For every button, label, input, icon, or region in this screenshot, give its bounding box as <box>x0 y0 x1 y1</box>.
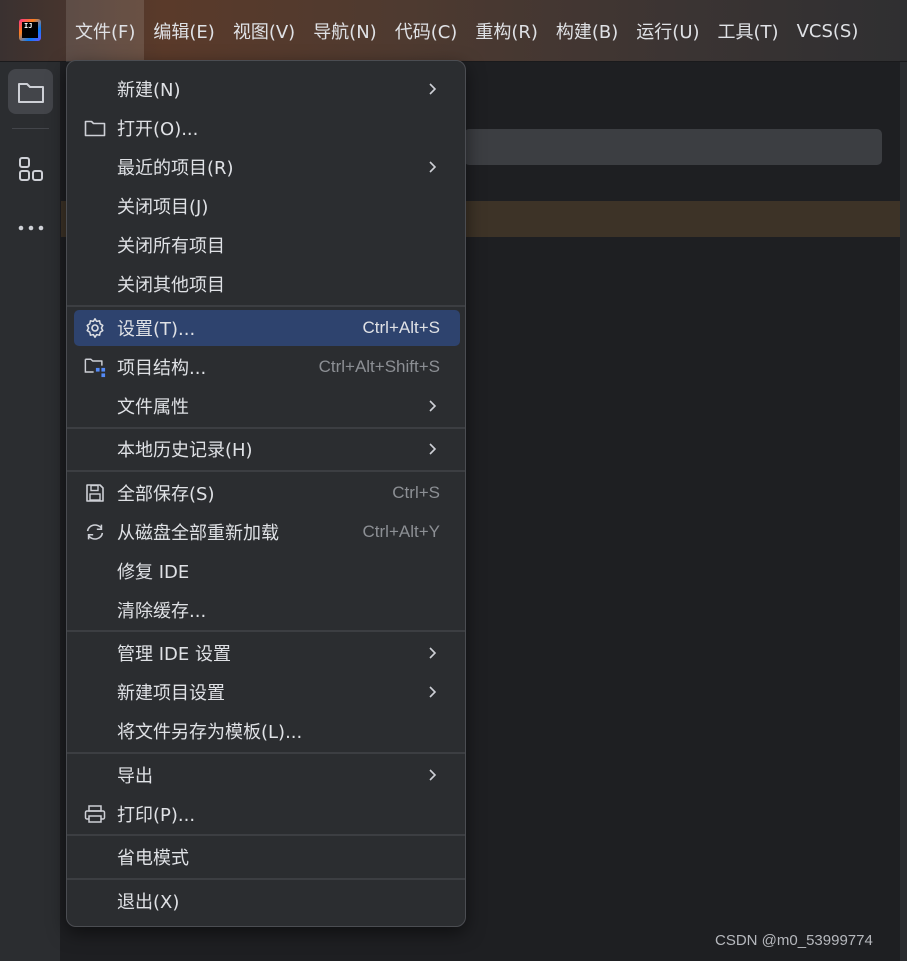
menu-item-save-all[interactable]: 全部保存(S) Ctrl+S <box>74 475 460 511</box>
menu-item-label: 文件属性 <box>117 397 189 418</box>
folder-icon <box>84 118 106 138</box>
tool-window-strip <box>0 62 61 961</box>
menu-item-label: 关闭所有项目 <box>117 236 225 257</box>
menu-item-close-other-projects[interactable]: 关闭其他项目 <box>74 266 460 302</box>
menu-item-label: 最近的项目(R) <box>117 158 234 179</box>
more-tools-button[interactable] <box>8 205 53 250</box>
main-menubar: IJ 文件(F) 编辑(E) 视图(V) 导航(N) 代码(C) 重构(R) 构… <box>0 0 907 62</box>
structure-tool-button[interactable] <box>8 146 53 191</box>
menu-item-label: 从磁盘全部重新加载 <box>117 523 279 544</box>
file-menu-dropdown: 新建(N) 打开(O)... 最近的项目(R) 关闭项目(J) 关闭所有项目 关… <box>66 60 466 927</box>
right-tool-strip <box>900 62 907 961</box>
menu-file[interactable]: 文件(F) <box>66 0 145 62</box>
menu-separator <box>67 630 465 632</box>
menu-item-repair-ide[interactable]: 修复 IDE <box>74 553 460 589</box>
menu-item-shortcut: Ctrl+S <box>392 483 440 502</box>
menu-item-label: 修复 IDE <box>117 562 190 583</box>
menu-separator <box>67 834 465 836</box>
more-horizontal-icon <box>18 225 43 230</box>
project-tool-button[interactable] <box>8 69 53 114</box>
chevron-right-icon <box>429 647 437 659</box>
gear-icon <box>84 318 106 338</box>
menu-item-label: 打印(P)... <box>117 805 196 826</box>
menu-item-label: 全部保存(S) <box>117 484 215 505</box>
menu-item-manage-ide-settings[interactable]: 管理 IDE 设置 <box>74 635 460 671</box>
menu-item-label: 关闭其他项目 <box>117 275 225 296</box>
menu-item-project-structure[interactable]: 项目结构... Ctrl+Alt+Shift+S <box>74 349 460 385</box>
menu-item-new-project-settings[interactable]: 新建项目设置 <box>74 674 460 710</box>
printer-icon <box>84 804 106 824</box>
project-structure-icon <box>84 357 106 378</box>
menu-item-label: 新建(N) <box>117 80 181 101</box>
menu-item-label: 省电模式 <box>117 848 189 869</box>
menu-item-shortcut: Ctrl+Alt+S <box>362 318 440 337</box>
menu-item-shortcut: Ctrl+Alt+Shift+S <box>318 357 440 376</box>
menu-item-label: 项目结构... <box>117 358 207 379</box>
menu-item-open[interactable]: 打开(O)... <box>74 110 460 146</box>
menu-item-print[interactable]: 打印(P)... <box>74 796 460 832</box>
menu-item-label: 本地历史记录(H) <box>117 440 253 461</box>
menu-item-reload-from-disk[interactable]: 从磁盘全部重新加载 Ctrl+Alt+Y <box>74 514 460 550</box>
chevron-right-icon <box>429 161 437 173</box>
watermark-text: CSDN @m0_53999774 <box>715 932 873 949</box>
menu-code[interactable]: 代码(C) <box>386 0 467 62</box>
menu-run[interactable]: 运行(U) <box>627 0 708 62</box>
menu-item-close-project[interactable]: 关闭项目(J) <box>74 188 460 224</box>
menu-item-label: 关闭项目(J) <box>117 197 209 218</box>
menu-item-label: 导出 <box>117 766 153 787</box>
chevron-right-icon <box>429 83 437 95</box>
menu-item-new[interactable]: 新建(N) <box>74 71 460 107</box>
menu-item-invalidate-caches[interactable]: 清除缓存... <box>74 592 460 628</box>
menu-item-power-save-mode[interactable]: 省电模式 <box>74 839 460 875</box>
menu-view[interactable]: 视图(V) <box>224 0 304 62</box>
menu-item-settings[interactable]: 设置(T)... Ctrl+Alt+S <box>74 310 460 346</box>
logo-text: IJ <box>22 22 38 38</box>
menu-tools[interactable]: 工具(T) <box>709 0 788 62</box>
menu-separator <box>67 470 465 472</box>
menu-item-label: 设置(T)... <box>117 319 196 340</box>
menu-item-exit[interactable]: 退出(X) <box>74 883 460 919</box>
menu-edit[interactable]: 编辑(E) <box>144 0 223 62</box>
structure-icon <box>18 156 43 181</box>
menu-item-label: 打开(O)... <box>117 119 199 140</box>
menu-item-local-history[interactable]: 本地历史记录(H) <box>74 431 460 467</box>
menu-separator <box>67 427 465 429</box>
menu-item-label: 将文件另存为模板(L)... <box>117 722 303 743</box>
menu-refactor[interactable]: 重构(R) <box>466 0 547 62</box>
chevron-right-icon <box>429 769 437 781</box>
intellij-logo-icon[interactable]: IJ <box>19 19 41 41</box>
menu-separator <box>67 752 465 754</box>
menu-item-file-properties[interactable]: 文件属性 <box>74 388 460 424</box>
chevron-right-icon <box>429 443 437 455</box>
menu-item-label: 新建项目设置 <box>117 683 225 704</box>
menu-item-label: 清除缓存... <box>117 601 207 622</box>
reload-icon <box>84 522 106 542</box>
folder-icon <box>17 82 44 103</box>
menu-item-shortcut: Ctrl+Alt+Y <box>362 522 440 541</box>
menu-item-label: 管理 IDE 设置 <box>117 644 231 665</box>
chevron-right-icon <box>429 400 437 412</box>
menu-item-save-as-template[interactable]: 将文件另存为模板(L)... <box>74 713 460 749</box>
menu-separator <box>67 305 465 307</box>
menu-vcs[interactable]: VCS(S) <box>788 0 868 62</box>
menu-item-export[interactable]: 导出 <box>74 757 460 793</box>
menu-item-close-all-projects[interactable]: 关闭所有项目 <box>74 227 460 263</box>
save-icon <box>84 483 106 503</box>
menu-navigate[interactable]: 导航(N) <box>304 0 386 62</box>
menu-build[interactable]: 构建(B) <box>547 0 627 62</box>
background-search-field <box>464 129 882 165</box>
chevron-right-icon <box>429 686 437 698</box>
tool-strip-divider <box>12 128 49 129</box>
menu-item-label: 退出(X) <box>117 892 180 913</box>
menu-item-recent-projects[interactable]: 最近的项目(R) <box>74 149 460 185</box>
menu-items: 文件(F) 编辑(E) 视图(V) 导航(N) 代码(C) 重构(R) 构建(B… <box>66 0 867 62</box>
menu-separator <box>67 878 465 880</box>
